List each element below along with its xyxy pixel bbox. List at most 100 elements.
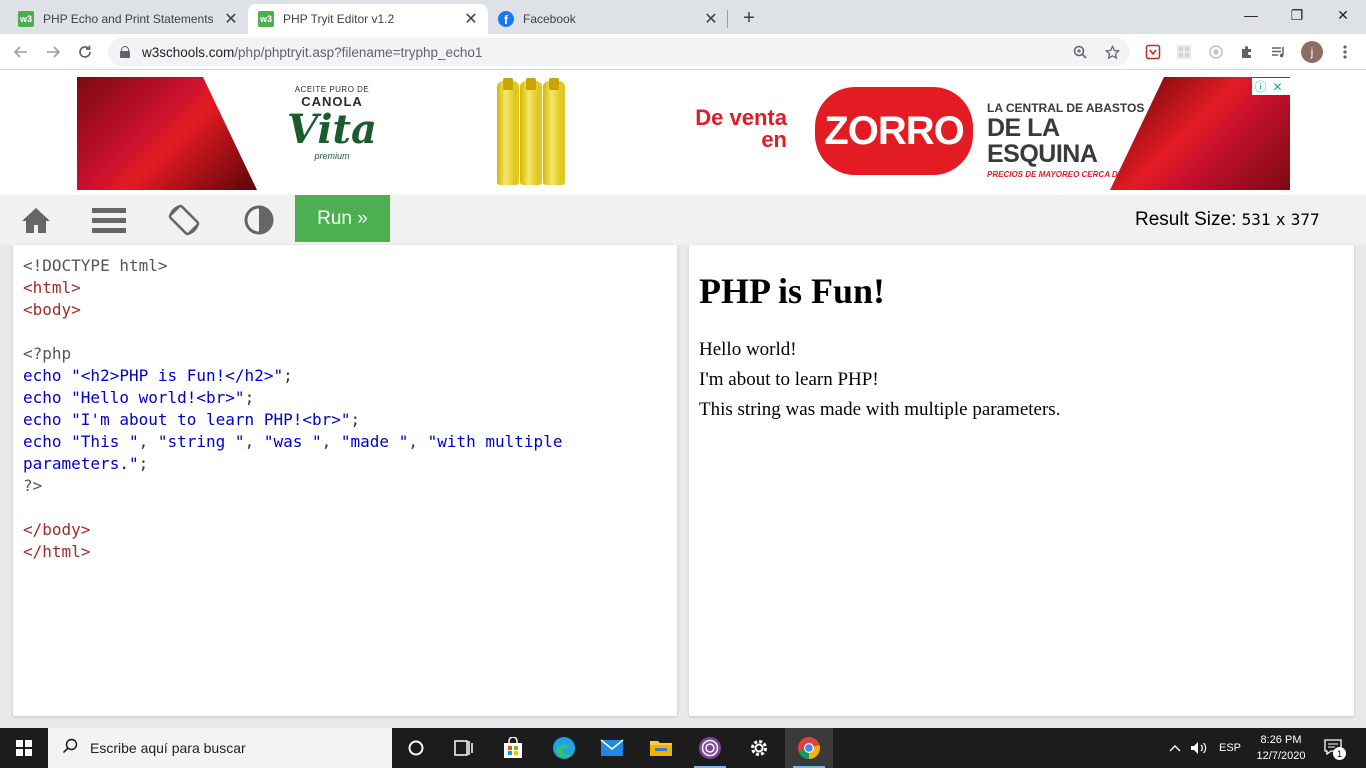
address-bar[interactable]: w3schools.com/php/phptryit.asp?filename=… <box>108 38 1130 66</box>
tab-strip: w3 PHP Echo and Print Statements ✕ w3 PH… <box>0 0 1366 34</box>
result-width: 531 <box>1241 210 1271 229</box>
code-token: </body> <box>23 520 91 539</box>
profile-avatar[interactable]: j <box>1301 41 1323 63</box>
task-view-button[interactable] <box>440 728 488 768</box>
ad-brand-name: Vita <box>287 106 377 153</box>
advertisement-banner[interactable]: ACEITE PURO DE CANOLA Vita premium De ve… <box>77 77 1290 190</box>
code-token: echo "Hello world!<br>" <box>23 388 245 407</box>
ad-container: ACEITE PURO DE CANOLA Vita premium De ve… <box>0 70 1366 195</box>
result-line: Hello world! <box>699 339 797 360</box>
media-queue-icon[interactable] <box>1268 42 1288 62</box>
close-icon[interactable]: ✕ <box>702 10 720 28</box>
url-path: /php/phptryit.asp?filename=tryphp_echo1 <box>234 44 483 60</box>
rotate-layout-button[interactable] <box>166 203 202 237</box>
ad-de-venta-line2: en <box>761 127 787 152</box>
tab-title: PHP Tryit Editor v1.2 <box>283 12 395 26</box>
tab-php-echo[interactable]: w3 PHP Echo and Print Statements ✕ <box>8 4 248 34</box>
ad-brand-small: ACEITE PURO DE <box>294 85 370 94</box>
close-icon[interactable]: ✕ <box>462 10 480 28</box>
store-bag-icon <box>504 737 522 758</box>
cortana-button[interactable] <box>392 728 440 768</box>
extension-shield-icon[interactable] <box>1143 42 1163 62</box>
code-line: echo "<h2>PHP is Fun!</h2>"; <box>23 365 663 387</box>
w3schools-icon: w3 <box>18 11 34 27</box>
code-token: , <box>138 432 158 451</box>
forward-button[interactable] <box>40 39 66 65</box>
extension-circle-icon[interactable] <box>1206 42 1226 62</box>
adchoices: ⓘ ✕ <box>1252 78 1290 95</box>
url-text: w3schools.com/php/phptryit.asp?filename=… <box>142 45 482 60</box>
code-token: <!DOCTYPE html> <box>23 256 168 275</box>
windows-logo-icon <box>16 740 32 756</box>
code-token: <?php <box>23 344 72 363</box>
gear-icon <box>751 740 767 756</box>
adchoices-info-icon[interactable]: ⓘ <box>1252 78 1269 95</box>
tab-php-tryit[interactable]: w3 PHP Tryit Editor v1.2 ✕ <box>248 4 488 34</box>
extensions-puzzle-icon[interactable] <box>1237 42 1257 62</box>
ad-tagline-line1: LA CENTRAL DE ABASTOS <box>987 101 1145 115</box>
menu-dots-icon[interactable] <box>1335 42 1355 62</box>
code-token: </html> <box>23 542 91 561</box>
ad-red-stripe-left <box>77 77 257 190</box>
reload-button[interactable] <box>72 39 98 65</box>
chrome-app[interactable] <box>785 728 833 768</box>
code-line: echo "This ", "string ", "was ", "made "… <box>23 431 663 453</box>
code-token: ; <box>350 410 361 429</box>
zoom-icon[interactable] <box>1070 42 1090 62</box>
taskbar-clock[interactable]: 8:26 PM 12/7/2020 <box>1248 732 1314 764</box>
code-token: ?> <box>23 476 43 495</box>
code-editor-panel[interactable]: <!DOCTYPE html> <html> <body> <?php echo "<h… <box>13 245 677 716</box>
contrast-icon <box>244 205 274 235</box>
code-line: </html> <box>23 541 663 563</box>
cortana-icon <box>408 740 424 756</box>
ad-store-logo: ZORRO <box>815 87 973 175</box>
w3schools-icon: w3 <box>258 11 274 27</box>
close-icon[interactable]: ✕ <box>222 10 240 28</box>
code-line: echo "Hello world!<br>"; <box>23 387 663 409</box>
result-panel: PHP is Fun! Hello world! I'm about to le… <box>689 245 1354 716</box>
windows-taskbar: Escribe aquí para buscar ESP 8:26 PM 12/… <box>0 728 1366 768</box>
hamburger-icon <box>92 208 126 233</box>
store-app[interactable] <box>489 728 537 768</box>
bookmark-star-icon[interactable] <box>1102 42 1122 62</box>
tab-title: PHP Echo and Print Statements <box>43 12 214 26</box>
mail-app[interactable] <box>588 728 636 768</box>
rotate-icon <box>168 204 200 236</box>
volume-icon[interactable] <box>1188 728 1212 768</box>
restore-button[interactable]: ❐ <box>1274 0 1320 30</box>
code-token: echo "<h2>PHP is Fun!</h2>" <box>23 366 284 385</box>
clock-time: 8:26 PM <box>1260 734 1302 746</box>
start-button[interactable] <box>0 728 48 768</box>
code-token: ; <box>138 454 149 473</box>
extension-grid-icon[interactable] <box>1174 42 1194 62</box>
home-button[interactable] <box>18 203 54 237</box>
code-token: ; <box>283 366 293 385</box>
code-line: <body> <box>23 299 663 321</box>
code-token: echo "I'm about to learn PHP!<br>" <box>23 410 351 429</box>
window-close-button[interactable]: ✕ <box>1320 0 1366 30</box>
settings-app[interactable] <box>735 728 783 768</box>
edge-app[interactable] <box>540 728 588 768</box>
ad-brand-logo: ACEITE PURO DE CANOLA Vita premium <box>277 85 387 161</box>
oil-bottle-image <box>497 78 519 185</box>
reload-icon <box>79 45 91 58</box>
tryit-toolbar: Run » Result Size: 531 x 377 <box>0 195 1366 245</box>
code-editor[interactable]: <!DOCTYPE html> <html> <body> <?php echo "<h… <box>23 255 663 563</box>
taskbar-search[interactable]: Escribe aquí para buscar <box>48 728 392 768</box>
notification-center-button[interactable]: 1 <box>1322 736 1346 760</box>
tor-browser-app[interactable] <box>686 728 734 768</box>
file-explorer-app[interactable] <box>637 728 685 768</box>
theme-toggle-button[interactable] <box>241 203 277 237</box>
run-button[interactable]: Run » <box>295 195 390 242</box>
back-button[interactable] <box>8 39 34 65</box>
adchoices-close-icon[interactable]: ✕ <box>1269 78 1286 95</box>
menu-button[interactable] <box>91 203 127 237</box>
tray-chevron-icon[interactable] <box>1166 728 1184 768</box>
minimize-button[interactable]: — <box>1228 0 1274 30</box>
code-token: echo "This " <box>23 432 139 451</box>
new-tab-button[interactable]: + <box>737 6 761 30</box>
language-indicator[interactable]: ESP <box>1214 728 1246 768</box>
tab-facebook[interactable]: f Facebook ✕ <box>488 4 728 34</box>
tor-icon <box>699 737 721 759</box>
